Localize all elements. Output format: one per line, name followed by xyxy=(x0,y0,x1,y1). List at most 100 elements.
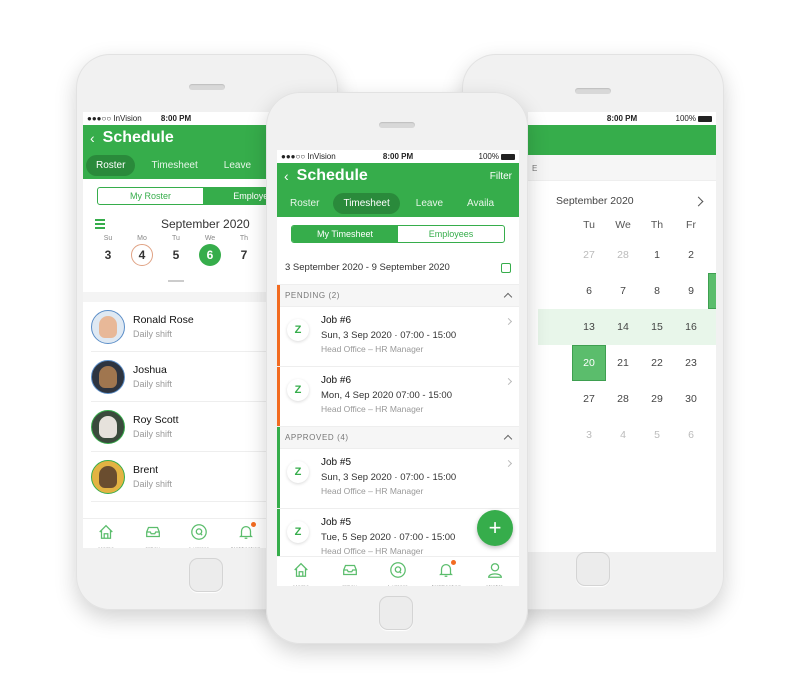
week-day[interactable]: Mo 4 xyxy=(125,235,159,266)
nav-explore[interactable]: Explore xyxy=(179,523,219,548)
home-button[interactable] xyxy=(189,558,223,592)
calendar-day-selected[interactable]: 10 xyxy=(708,273,716,309)
calendar-day[interactable]: 24 xyxy=(708,345,716,381)
calendar-day[interactable]: 6 xyxy=(572,273,606,309)
nav-inbox[interactable]: Inbox xyxy=(133,523,173,548)
segment-employees[interactable]: Employees xyxy=(398,226,504,242)
calendar-day[interactable] xyxy=(538,381,572,417)
segment-employees[interactable]: Employees xyxy=(203,188,269,204)
calendar-day[interactable]: 21 xyxy=(606,345,640,381)
calendar-day[interactable]: 2 xyxy=(674,237,708,273)
calendar-day[interactable]: 4 xyxy=(606,417,640,453)
page-title: Schedule xyxy=(102,129,174,146)
calendar-day[interactable]: 16 xyxy=(674,309,708,345)
calendar-day[interactable]: 27 xyxy=(572,381,606,417)
calendar-day[interactable]: 1 xyxy=(640,237,674,273)
calendar-day[interactable]: 31 xyxy=(708,381,716,417)
employee-row[interactable]: Ronald Rose Daily shift xyxy=(91,302,269,352)
section-header[interactable]: APPROVED (4) xyxy=(277,427,519,449)
calendar-day[interactable]: 23 xyxy=(674,345,708,381)
employee-row[interactable]: Brent Daily shift xyxy=(91,452,269,502)
tab-roster[interactable]: Roster xyxy=(86,154,136,176)
section-label: APPROVED (4) xyxy=(285,433,349,442)
week-day[interactable]: Th 7 xyxy=(227,235,261,266)
calendar-day[interactable]: 3 xyxy=(708,237,716,273)
section-header[interactable]: PENDING (2) xyxy=(277,285,519,307)
home-icon xyxy=(292,561,310,584)
drag-handle[interactable] xyxy=(168,280,184,282)
nav-notification[interactable]: Notification xyxy=(226,522,266,548)
calendar-day[interactable]: 28 xyxy=(606,237,640,273)
tab-leave[interactable]: Leave xyxy=(214,155,261,176)
add-button[interactable]: + xyxy=(477,510,513,546)
date-range-row[interactable]: 3 September 2020 - 9 September 2020 xyxy=(277,251,519,285)
status-time: 8:00 PM xyxy=(160,114,192,123)
calendar-day[interactable]: 13 xyxy=(572,309,606,345)
nav-home[interactable]: Home xyxy=(86,523,126,548)
day-number: 5 xyxy=(172,248,180,262)
weekday-label: We xyxy=(204,235,216,242)
filter-button[interactable]: Filter xyxy=(490,171,512,182)
day-number: 3 xyxy=(104,248,112,262)
calendar-day[interactable]: 27 xyxy=(572,237,606,273)
calendar-day[interactable]: 7 xyxy=(708,417,716,453)
calendar-day[interactable]: 28 xyxy=(606,381,640,417)
chevron-up-icon[interactable] xyxy=(503,434,513,444)
avatar xyxy=(91,459,125,494)
calendar-day[interactable]: 14 xyxy=(606,309,640,345)
segment-my-timesheet[interactable]: My Timesheet xyxy=(292,226,398,242)
calendar-day[interactable]: 6 xyxy=(674,417,708,453)
job-row[interactable]: Z Job #6 Sun, 3 Sep 2020 · 07:00 - 15:00 He… xyxy=(277,307,519,367)
home-button[interactable] xyxy=(379,596,413,630)
job-row[interactable]: Z Job #5 Sun, 3 Sep 2020 · 07:00 - 15:00 He… xyxy=(277,449,519,509)
employee-row[interactable]: Roy Scott Daily shift xyxy=(91,402,269,452)
back-icon[interactable]: ‹ xyxy=(90,130,95,146)
calendar-day[interactable]: 15 xyxy=(640,309,674,345)
calendar-day[interactable]: 7 xyxy=(606,273,640,309)
menu-icon[interactable] xyxy=(95,219,105,229)
segment-my-roster[interactable]: My Roster xyxy=(98,188,203,204)
calendar-day[interactable]: 3 xyxy=(572,417,606,453)
calendar-day[interactable]: 22 xyxy=(640,345,674,381)
nav-home[interactable]: Home xyxy=(281,561,321,586)
back-icon[interactable]: ‹ xyxy=(284,168,289,184)
calendar-day[interactable]: 8 xyxy=(640,273,674,309)
nav-explore[interactable]: Explore xyxy=(378,561,418,586)
job-title: Job #5 xyxy=(321,457,352,468)
tab-leave[interactable]: Leave xyxy=(406,193,453,214)
employee-row[interactable]: Joshua Daily shift xyxy=(91,352,269,402)
chevron-right-icon[interactable] xyxy=(693,196,704,206)
tab-availability[interactable]: Availa xyxy=(457,193,504,214)
status-bar: ●●●○○ InVision 8:00 PM xyxy=(83,112,269,125)
nav-profile[interactable]: Profile xyxy=(475,561,515,586)
nav-label: Home xyxy=(293,585,309,586)
tab-timesheet[interactable]: Timesheet xyxy=(141,155,207,176)
tab-roster[interactable]: Roster xyxy=(280,193,329,214)
calendar-icon[interactable] xyxy=(501,262,511,273)
calendar-day-selected[interactable]: 20 xyxy=(572,345,606,381)
calendar-day[interactable]: 9 xyxy=(674,273,708,309)
job-row[interactable]: Z Job #6 Mon, 4 Sep 2020 07:00 - 15:00 Head… xyxy=(277,367,519,427)
week-day[interactable]: Su 3 xyxy=(91,235,125,266)
chevron-up-icon[interactable] xyxy=(503,292,513,302)
employee-shift: Daily shift xyxy=(133,379,173,389)
calendar-day[interactable] xyxy=(538,309,572,345)
tab-timesheet[interactable]: Timesheet xyxy=(333,192,400,214)
calendar-day[interactable]: 17 xyxy=(708,309,716,345)
calendar-day[interactable] xyxy=(538,273,572,309)
calendar-day[interactable] xyxy=(538,237,572,273)
week-day[interactable]: We 6 xyxy=(193,235,227,266)
calendar-day[interactable] xyxy=(538,417,572,453)
week-day[interactable]: Tu 5 xyxy=(159,235,193,266)
explore-icon xyxy=(190,523,208,546)
nav-label: Explore xyxy=(388,585,408,586)
nav-inbox[interactable]: Inbox xyxy=(330,561,370,586)
calendar-day[interactable]: 30 xyxy=(674,381,708,417)
section-approved: APPROVED (4) Z Job #5 Sun, 3 Sep 2020 · 07:… xyxy=(277,427,519,569)
weekday-label: Su xyxy=(103,235,113,242)
home-button[interactable] xyxy=(576,552,610,586)
calendar-day[interactable]: 29 xyxy=(640,381,674,417)
calendar-day[interactable] xyxy=(538,345,572,381)
nav-notification[interactable]: Notification xyxy=(426,560,466,586)
calendar-day[interactable]: 5 xyxy=(640,417,674,453)
